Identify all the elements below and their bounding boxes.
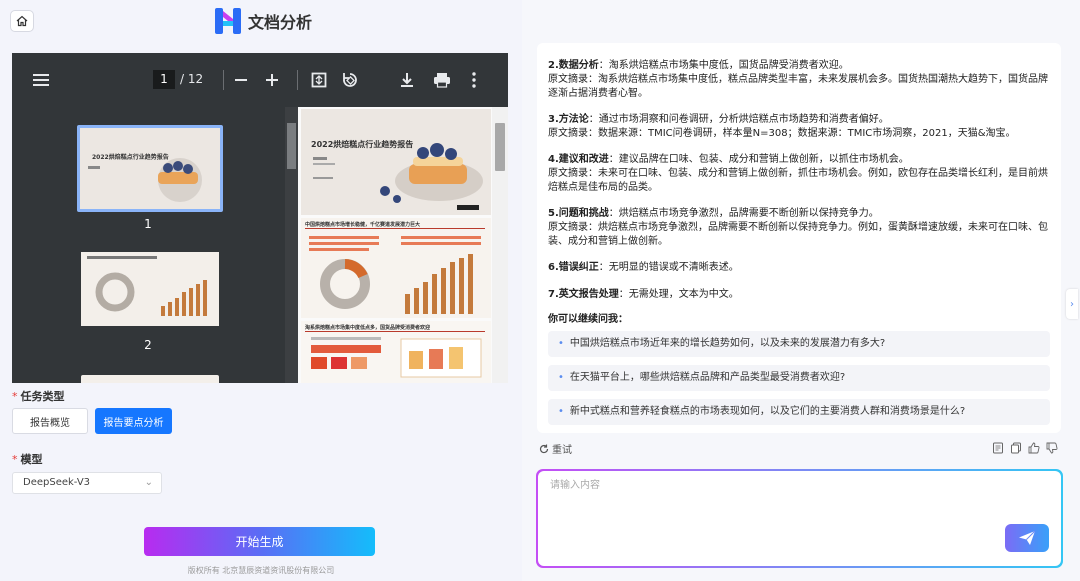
more-options-icon[interactable] xyxy=(472,71,476,89)
thumbnail-pane: 2022烘焙糕点行业趋势报告 1 2 xyxy=(12,107,284,383)
pdf-page-3-title: 淘系烘焙糕点市场集中度低点多，国货品牌受消费者欢迎 xyxy=(305,325,431,331)
pdf-page-1: 2022烘焙糕点行业趋势报告 xyxy=(301,109,491,215)
expand-panel-tab[interactable]: › xyxy=(1066,289,1078,319)
answer-section: 6.错误纠正：无明显的错误或不清晰表述。 xyxy=(548,262,739,273)
brand: 文档分析 xyxy=(214,7,312,35)
clipped-heading: ┈┈ xyxy=(548,43,588,46)
app-logo-icon xyxy=(215,8,241,34)
followup-title: 你可以继续问我： xyxy=(548,314,628,325)
thumbnail-label: 2 xyxy=(144,338,152,352)
pdf-page-2: 中国烘焙糕点市场增长稳健，千亿赛道发展潜力巨大 xyxy=(301,218,491,318)
fit-page-icon[interactable] xyxy=(311,71,327,89)
copy-icon[interactable] xyxy=(1010,442,1022,454)
pdf-page-3: 淘系烘焙糕点市场集中度低点多，国货品牌受消费者欢迎 xyxy=(301,321,491,383)
toolbar-divider xyxy=(223,70,224,90)
send-button[interactable] xyxy=(1005,524,1049,552)
print-icon[interactable] xyxy=(433,71,451,89)
pdf-page-1-title: 2022烘焙糕点行业趋势报告 xyxy=(311,140,414,149)
thumbnail-label: 1 xyxy=(144,217,152,231)
answer-section: 3.方法论：通过市场洞察和问卷调研，分析烘焙糕点市场趋势和消费者偏好。 原文摘录… xyxy=(548,114,1016,139)
thumbnail-page-2[interactable] xyxy=(81,252,219,326)
document-icon[interactable] xyxy=(992,442,1004,454)
send-icon xyxy=(1019,530,1036,545)
suggestion-item[interactable]: • 中国烘焙糕点市场近年来的增长趋势如何，以及未来的发展潜力有多大? xyxy=(548,331,1050,357)
thumbnail-scrollbar[interactable] xyxy=(285,107,298,383)
answer-section: 4.建议和改进：建议品牌在口味、包装、成分和营销上做创新，以抓住市场机会。 原文… xyxy=(548,154,1048,193)
answer-section: 5.问题和挑战：烘焙糕点市场竞争激烈，品牌需要不断创新以保持竞争力。 原文摘录：… xyxy=(548,208,1048,247)
answer-card: ┈┈ 2.数据分析：淘系烘焙糕点市场集中度低，国货品牌受消费者欢迎。 原文摘录：… xyxy=(537,43,1061,433)
app-title: 文档分析 xyxy=(248,13,313,32)
pdf-main-view: 2022烘焙糕点行业趋势报告 中国烘焙糕点市场增长稳健，千亿赛道发展潜力巨大 淘… xyxy=(298,107,494,383)
zoom-out-icon[interactable] xyxy=(234,71,248,89)
message-input-placeholder: 请输入内容 xyxy=(550,480,600,491)
page-number-input[interactable]: 1 xyxy=(153,70,175,89)
menu-icon[interactable] xyxy=(32,71,50,89)
retry-button[interactable]: 重试 xyxy=(539,441,572,456)
thumbnail-page-image xyxy=(80,128,220,209)
chevron-right-icon: › xyxy=(1070,298,1074,310)
pdf-page-2-title: 中国烘焙糕点市场增长稳健，千亿赛道发展潜力巨大 xyxy=(305,222,421,228)
thumbs-up-icon[interactable] xyxy=(1028,442,1040,454)
pdf-viewer: 1 / 12 2022烘焙糕点行业趋势报告 1 2 2022烘焙糕点行业趋势报告… xyxy=(12,53,508,383)
home-icon xyxy=(16,15,28,27)
answer-section: 7.英文报告处理：无需处理，文本为中文。 xyxy=(548,289,739,300)
suggestion-item[interactable]: • 新中式糕点和营养轻食糕点的市场表现如何，以及它们的主要消费人群和消费场景是什么… xyxy=(548,399,1050,425)
suggestion-item[interactable]: • 在天猫平台上，哪些烘焙糕点品牌和产品类型最受消费者欢迎? xyxy=(548,365,1050,391)
task-option-overview[interactable]: 报告概览 xyxy=(12,408,88,434)
zoom-in-icon[interactable] xyxy=(265,71,279,89)
rotate-icon[interactable] xyxy=(342,71,358,89)
generate-button[interactable]: 开始生成 xyxy=(144,527,375,556)
pdf-page-1-image xyxy=(313,143,483,210)
thumbnail-page-image xyxy=(81,252,219,326)
model-select-value: DeepSeek-V3 xyxy=(23,477,91,488)
refresh-icon xyxy=(539,444,549,453)
pdf-toolbar: 1 / 12 xyxy=(12,53,508,107)
thumbnail-page-3[interactable] xyxy=(81,375,219,383)
thumbnail-page-1[interactable]: 2022烘焙糕点行业趋势报告 xyxy=(77,125,223,212)
message-input[interactable] xyxy=(538,471,1061,566)
task-option-key-points[interactable]: 报告要点分析 xyxy=(95,408,172,434)
pdf-page-2-image xyxy=(305,228,485,314)
home-button[interactable] xyxy=(10,10,34,32)
pdf-scrollbar[interactable] xyxy=(492,107,508,383)
task-type-label: * 任务类型 xyxy=(12,390,65,403)
model-label: * 模型 xyxy=(12,453,43,466)
model-select[interactable]: DeepSeek-V3 ⌄ xyxy=(12,472,162,494)
chevron-down-icon: ⌄ xyxy=(144,477,153,488)
download-icon[interactable] xyxy=(400,71,414,89)
page-total: / 12 xyxy=(180,72,204,86)
copyright-footer: 版权所有 北京慧辰资道资讯股份有限公司 xyxy=(187,566,335,575)
thumbs-down-icon[interactable] xyxy=(1046,442,1058,454)
toolbar-divider xyxy=(297,70,298,90)
answer-section: 2.数据分析：淘系烘焙糕点市场集中度低，国货品牌受消费者欢迎。 原文摘录：淘系烘… xyxy=(548,60,1048,99)
answer-actions xyxy=(992,442,1058,454)
retry-label: 重试 xyxy=(552,445,572,456)
thumbnail-title: 2022烘焙糕点行业趋势报告 xyxy=(92,154,169,161)
